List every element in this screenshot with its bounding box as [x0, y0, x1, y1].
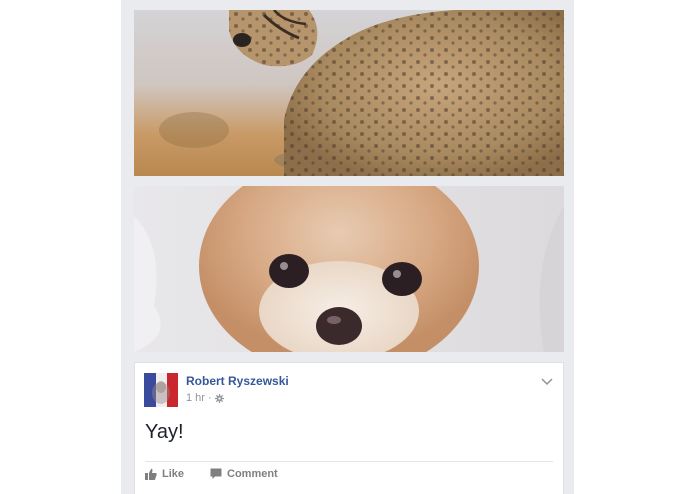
post-card: Robert Ryszewski 1 hr · Yay! Like Commen… — [134, 362, 564, 494]
comment-button[interactable]: Comment — [210, 468, 278, 480]
chevron-down-icon[interactable] — [541, 374, 553, 386]
comment-label: Comment — [227, 468, 278, 480]
post-text: Yay! — [145, 421, 184, 443]
dog-photo[interactable] — [134, 186, 564, 352]
post-meta: 1 hr · — [186, 392, 224, 404]
cheetah-photo[interactable] — [134, 10, 564, 176]
speech-bubble-icon — [210, 468, 222, 479]
thumbs-up-icon — [145, 468, 157, 480]
news-feed-column: Robert Ryszewski 1 hr · Yay! Like Commen… — [121, 0, 574, 494]
cheetah-photo-graphic — [134, 10, 564, 176]
like-label: Like — [162, 468, 185, 480]
meta-separator: · — [207, 392, 212, 404]
french-flag-profile-picture — [144, 373, 178, 407]
dog-photo-graphic — [134, 186, 564, 352]
post-timestamp[interactable]: 1 hr — [186, 392, 205, 404]
gear-icon[interactable] — [214, 393, 224, 403]
action-divider — [145, 461, 553, 462]
post-author-name[interactable]: Robert Ryszewski — [186, 374, 289, 388]
like-button[interactable]: Like — [145, 468, 184, 480]
avatar[interactable] — [144, 373, 178, 407]
